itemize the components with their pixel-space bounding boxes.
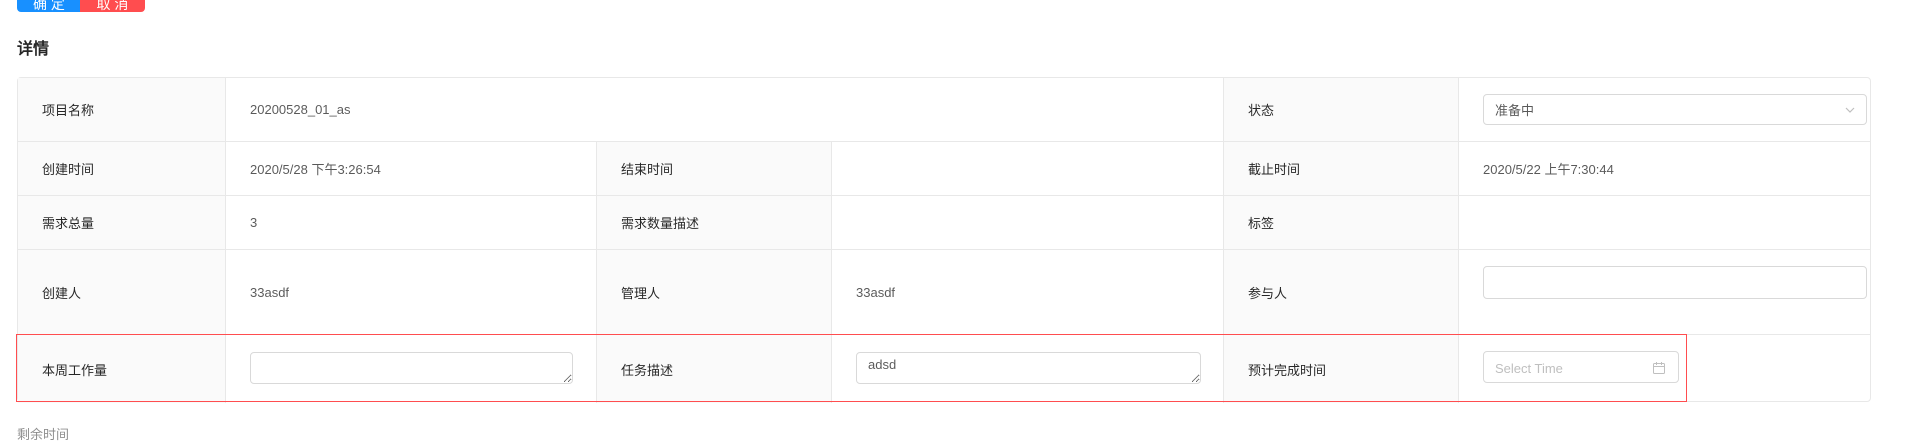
task-desc-cell: adsd [831,335,1223,403]
creator-label: 创建人 [18,250,225,334]
confirm-button[interactable]: 确 定 [17,0,81,12]
expected-finish-input[interactable] [1484,352,1657,384]
remaining-time-label: 剩余时间 [17,427,70,442]
details-row-demand: 需求总量 3 需求数量描述 标签 [18,196,1870,250]
project-name-label: 项目名称 [18,78,225,141]
weekly-workload-cell [225,335,596,403]
section-title: 详情 [17,41,50,58]
demand-desc-value [831,196,1223,249]
tags-value [1458,196,1872,249]
created-time-value: 2020/5/28 下午3:26:54 [225,142,596,195]
participants-select[interactable] [1483,266,1867,299]
expected-finish-datepicker[interactable] [1483,351,1679,384]
details-row-work: 本周工作量 任务描述 adsd 预计完成时间 [18,335,1870,403]
details-row-project: 项目名称 20200528_01_as 状态 准备中 [18,78,1870,142]
demand-total-value: 3 [225,196,596,249]
status-label: 状态 [1223,78,1458,141]
manager-value: 33asdf [831,250,1223,334]
manager-label: 管理人 [596,250,831,334]
created-time-label: 创建时间 [18,142,225,195]
task-desc-textarea[interactable]: adsd [856,352,1201,384]
project-name-value: 20200528_01_as [225,78,1223,141]
details-table: 项目名称 20200528_01_as 状态 准备中 创建时间 2020/5/2… [17,77,1871,403]
demand-total-label: 需求总量 [18,196,225,249]
demand-desc-label: 需求数量描述 [596,196,831,249]
cancel-button[interactable]: 取 消 [80,0,145,12]
end-time-value [831,142,1223,195]
weekly-workload-label: 本周工作量 [18,335,225,403]
task-desc-label: 任务描述 [596,335,831,403]
weekly-workload-textarea[interactable] [250,352,573,384]
end-time-label: 结束时间 [596,142,831,195]
tags-label: 标签 [1223,196,1458,249]
participants-label: 参与人 [1223,250,1458,334]
status-cell: 准备中 [1458,78,1872,141]
calendar-icon [1653,362,1665,374]
expected-finish-cell [1458,335,1872,403]
details-row-people: 创建人 33asdf 管理人 33asdf 参与人 [18,250,1870,335]
expected-finish-label: 预计完成时间 [1223,335,1458,403]
deadline-label: 截止时间 [1223,142,1458,195]
status-select-value: 准备中 [1495,103,1535,118]
status-select[interactable]: 准备中 [1483,94,1867,125]
chevron-down-icon [1845,107,1855,113]
deadline-value: 2020/5/22 上午7:30:44 [1458,142,1872,195]
creator-value: 33asdf [225,250,596,334]
participants-cell [1458,250,1872,334]
details-row-time: 创建时间 2020/5/28 下午3:26:54 结束时间 截止时间 2020/… [18,142,1870,196]
